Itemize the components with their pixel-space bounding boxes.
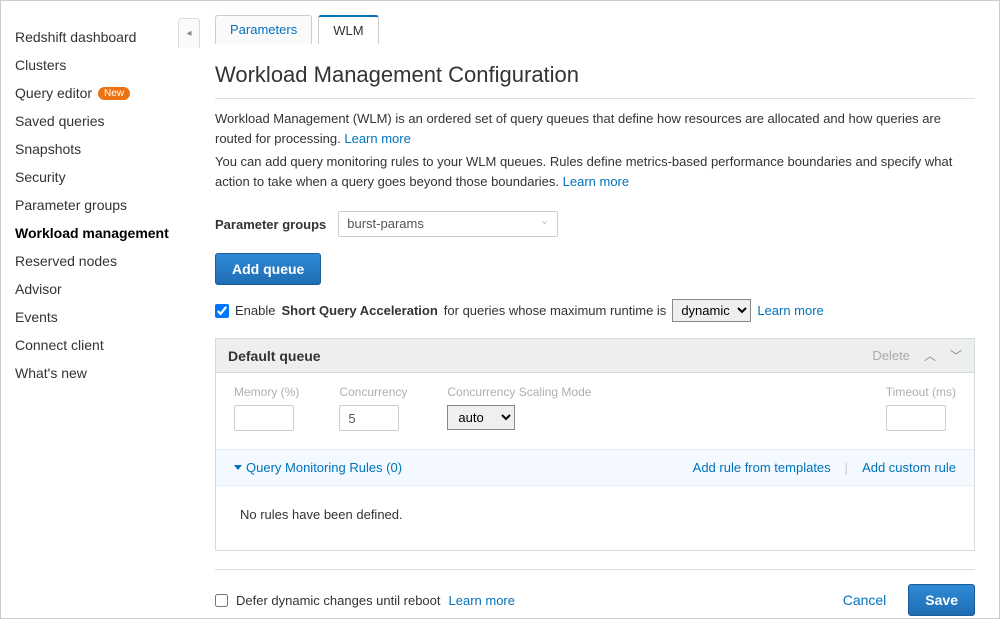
sidebar-item-label: Reserved nodes	[15, 253, 117, 269]
sqa-runtime-select[interactable]: dynamic	[672, 299, 751, 322]
sidebar-item-query-editor[interactable]: Query editor New	[15, 79, 179, 107]
sidebar-item-workload-management[interactable]: Workload management	[15, 219, 179, 247]
sidebar-item-label: Connect client	[15, 337, 104, 353]
delete-queue-link[interactable]: Delete	[872, 348, 910, 363]
timeout-label: Timeout (ms)	[886, 385, 956, 399]
queue-header: Default queue Delete ︿ ﹀	[216, 339, 974, 373]
queue-actions: Delete ︿ ﹀	[872, 347, 962, 364]
scaling-mode-select[interactable]: auto	[447, 405, 515, 430]
add-rule-templates-link[interactable]: Add rule from templates	[693, 460, 831, 475]
cancel-button[interactable]: Cancel	[831, 585, 899, 615]
queue-title: Default queue	[228, 348, 872, 364]
scaling-mode-field: Concurrency Scaling Mode auto	[447, 385, 591, 430]
new-badge: New	[98, 87, 130, 100]
sidebar-item-label: Saved queries	[15, 113, 105, 129]
sqa-strong-text: Short Query Acceleration	[281, 303, 437, 318]
memory-field: Memory (%)	[234, 385, 299, 431]
memory-label: Memory (%)	[234, 385, 299, 399]
parameter-group-label: Parameter groups	[215, 217, 326, 232]
description-2: You can add query monitoring rules to yo…	[215, 152, 975, 191]
sidebar-item-label: Redshift dashboard	[15, 29, 136, 45]
main-content: Parameters WLM Workload Management Confi…	[179, 1, 999, 618]
sidebar-item-clusters[interactable]: Clusters	[15, 51, 179, 79]
footer-left: Defer dynamic changes until reboot Learn…	[215, 593, 515, 608]
chevron-up-icon[interactable]: ︿	[924, 347, 936, 364]
concurrency-field: Concurrency	[339, 385, 407, 431]
parameter-group-row: Parameter groups burst-params	[215, 211, 975, 237]
defer-label: Defer dynamic changes until reboot	[236, 593, 441, 608]
sidebar-item-advisor[interactable]: Advisor	[15, 275, 179, 303]
queue-fields: Memory (%) Concurrency Concurrency Scali…	[216, 373, 974, 449]
qmr-actions: Add rule from templates | Add custom rul…	[693, 460, 956, 475]
sqa-post-text: for queries whose maximum runtime is	[444, 303, 667, 318]
sidebar-item-reserved-nodes[interactable]: Reserved nodes	[15, 247, 179, 275]
sidebar-item-events[interactable]: Events	[15, 303, 179, 331]
sqa-checkbox[interactable]	[215, 304, 229, 318]
sqa-row: Enable Short Query Acceleration for quer…	[215, 299, 975, 322]
sidebar-item-label: Events	[15, 309, 58, 325]
sidebar-item-label: What's new	[15, 365, 87, 381]
sidebar-item-snapshots[interactable]: Snapshots	[15, 135, 179, 163]
sidebar-item-connect-client[interactable]: Connect client	[15, 331, 179, 359]
sqa-pre-text: Enable	[235, 303, 275, 318]
sidebar-item-label: Query editor	[15, 85, 92, 101]
page-title: Workload Management Configuration	[215, 62, 975, 88]
learn-more-link[interactable]: Learn more	[757, 303, 823, 318]
sidebar-item-whats-new[interactable]: What's new	[15, 359, 179, 387]
description-1-text: Workload Management (WLM) is an ordered …	[215, 111, 941, 146]
description-1: Workload Management (WLM) is an ordered …	[215, 109, 975, 148]
sidebar-item-saved-queries[interactable]: Saved queries	[15, 107, 179, 135]
add-queue-button[interactable]: Add queue	[215, 253, 321, 285]
save-button[interactable]: Save	[908, 584, 975, 616]
learn-more-link[interactable]: Learn more	[344, 131, 410, 146]
sidebar-item-label: Security	[15, 169, 66, 185]
add-custom-rule-link[interactable]: Add custom rule	[862, 460, 956, 475]
queue-panel: Default queue Delete ︿ ﹀ Memory (%) Conc…	[215, 338, 975, 551]
concurrency-input[interactable]	[339, 405, 399, 431]
memory-input[interactable]	[234, 405, 294, 431]
concurrency-label: Concurrency	[339, 385, 407, 399]
tab-parameters[interactable]: Parameters	[215, 15, 312, 44]
tabs: Parameters WLM	[215, 15, 975, 44]
qmr-toggle[interactable]: Query Monitoring Rules (0)	[234, 460, 402, 475]
caret-down-icon	[234, 465, 242, 470]
sidebar-item-security[interactable]: Security	[15, 163, 179, 191]
divider	[215, 98, 975, 99]
qmr-toggle-label: Query Monitoring Rules (0)	[246, 460, 402, 475]
parameter-group-value: burst-params	[347, 216, 424, 231]
parameter-group-select[interactable]: burst-params	[338, 211, 558, 237]
footer-right: Cancel Save	[831, 584, 975, 616]
sidebar-item-label: Clusters	[15, 57, 66, 73]
chevron-down-icon[interactable]: ﹀	[950, 347, 962, 364]
sidebar-item-parameter-groups[interactable]: Parameter groups	[15, 191, 179, 219]
sidebar-item-label: Snapshots	[15, 141, 81, 157]
sidebar-item-label: Advisor	[15, 281, 62, 297]
scaling-mode-label: Concurrency Scaling Mode	[447, 385, 591, 399]
footer-row: Defer dynamic changes until reboot Learn…	[215, 569, 975, 616]
divider-pipe: |	[845, 460, 848, 475]
sidebar: Redshift dashboard Clusters Query editor…	[1, 1, 179, 618]
learn-more-link[interactable]: Learn more	[563, 174, 629, 189]
qmr-bar: Query Monitoring Rules (0) Add rule from…	[216, 449, 974, 486]
tab-wlm[interactable]: WLM	[318, 15, 378, 44]
defer-checkbox[interactable]	[215, 594, 228, 607]
sidebar-item-redshift-dashboard[interactable]: Redshift dashboard	[15, 23, 179, 51]
timeout-input[interactable]	[886, 405, 946, 431]
timeout-field: Timeout (ms)	[886, 385, 956, 431]
qmr-empty-text: No rules have been defined.	[216, 486, 974, 550]
sidebar-item-label: Parameter groups	[15, 197, 127, 213]
sidebar-item-label: Workload management	[15, 225, 169, 241]
learn-more-link[interactable]: Learn more	[449, 593, 515, 608]
